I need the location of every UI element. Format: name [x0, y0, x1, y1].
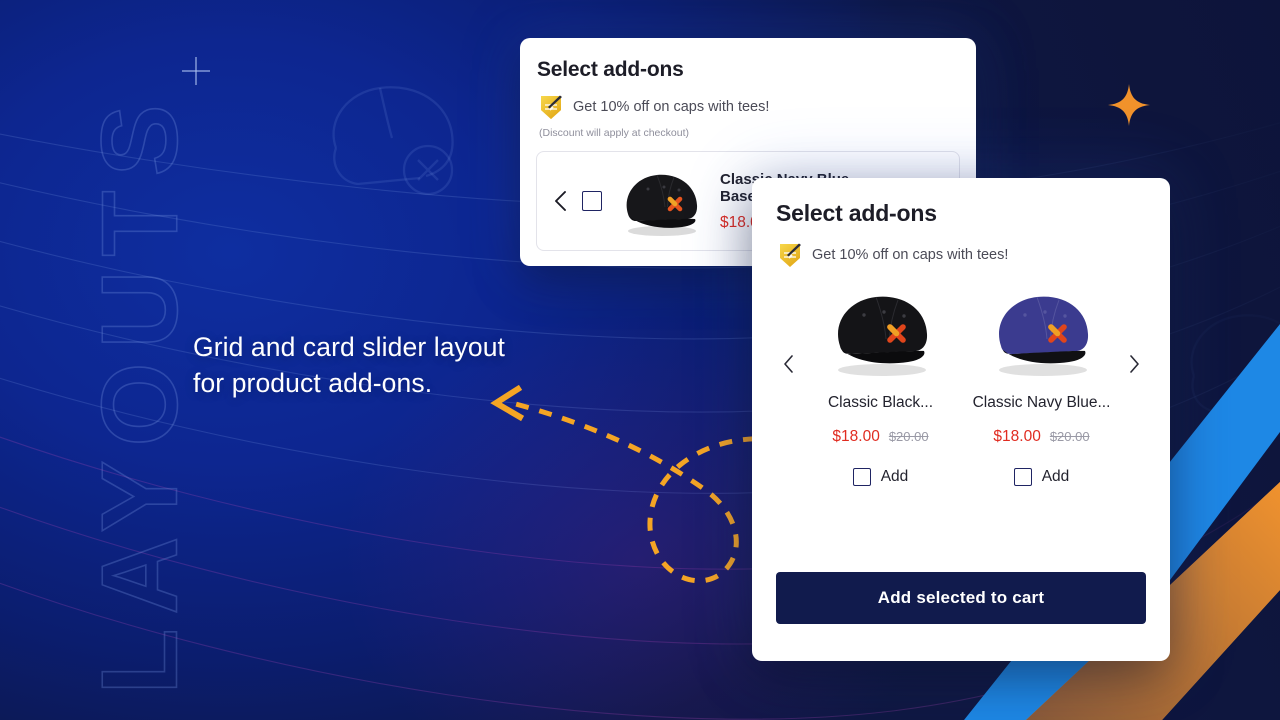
grid-prev-button[interactable] — [776, 355, 800, 373]
grid-product-compare-price: $20.00 — [1049, 429, 1090, 444]
discount-tag-icon — [780, 243, 801, 267]
grid-add-label: Add — [880, 468, 909, 485]
grid-card-title: Select add-ons — [776, 200, 937, 226]
crosshair-plus-icon — [182, 57, 210, 85]
slider-prev-button[interactable] — [547, 188, 573, 214]
grid-add-label: Add — [1041, 468, 1070, 485]
four-point-sparkle-icon — [1108, 84, 1150, 126]
headline-line-1: Grid and card slider layout — [193, 332, 506, 362]
chevron-right-icon — [1129, 355, 1139, 373]
grid-product-price: $18.00 — [993, 428, 1041, 445]
grid-product-image — [806, 286, 956, 378]
slider-card-title: Select add-ons — [537, 58, 684, 81]
grid-add-control[interactable]: Add — [967, 468, 1117, 486]
chevron-left-icon — [554, 191, 566, 211]
slider-fineprint: (Discount will apply at checkout) — [539, 127, 689, 139]
ghost-word-layouts: LAYOUTS — [78, 90, 201, 696]
grid-product-list: Classic Black... $18.00 $20.00 Add Class… — [800, 286, 1122, 486]
grid-product-name: Classic Navy Blue... — [972, 394, 1111, 411]
chevron-left-icon — [783, 355, 793, 373]
grid-product-price: $18.00 — [832, 428, 880, 445]
grid-promo-text: Get 10% off on caps with tees! — [812, 247, 1009, 263]
grid-product-name: Classic Black... — [827, 394, 934, 411]
grid-products-wrapper: Classic Black... $18.00 $20.00 Add Class… — [776, 286, 1146, 486]
grid-next-button[interactable] — [1122, 355, 1146, 373]
grid-price-row: $18.00 $20.00 — [806, 428, 956, 446]
grid-product-compare-price: $20.00 — [888, 429, 929, 444]
page-title: Grid and card slider layout for product … — [193, 329, 505, 401]
curved-dashed-arrow-icon — [490, 384, 781, 610]
addons-grid-card: Select add-ons Get 10% off on caps with … — [752, 178, 1170, 661]
grid-add-control[interactable]: Add — [806, 468, 956, 486]
grid-promo-row: Get 10% off on caps with tees! — [776, 242, 1146, 268]
slider-promo-row: Get 10% off on caps with tees! — [536, 94, 960, 120]
add-selected-to-cart-button[interactable]: Add selected to cart — [776, 572, 1146, 624]
cap-watermark-left — [332, 86, 454, 196]
grid-product-item: Classic Black... $18.00 $20.00 Add — [806, 286, 956, 486]
grid-product-checkbox[interactable] — [852, 468, 871, 486]
slider-product-image — [612, 161, 706, 241]
grid-price-row: $18.00 $20.00 — [967, 428, 1117, 446]
slider-product-checkbox[interactable] — [582, 191, 602, 211]
grid-product-checkbox[interactable] — [1013, 468, 1032, 486]
grid-product-image — [967, 286, 1117, 378]
page-background: LAYOUTS Grid and card slider layout for … — [0, 0, 1280, 720]
grid-product-item: Classic Navy Blue... $18.00 $20.00 Add — [967, 286, 1117, 486]
slider-promo-text: Get 10% off on caps with tees! — [573, 99, 770, 115]
headline-line-2: for product add-ons. — [193, 368, 433, 398]
discount-tag-icon — [541, 95, 562, 119]
